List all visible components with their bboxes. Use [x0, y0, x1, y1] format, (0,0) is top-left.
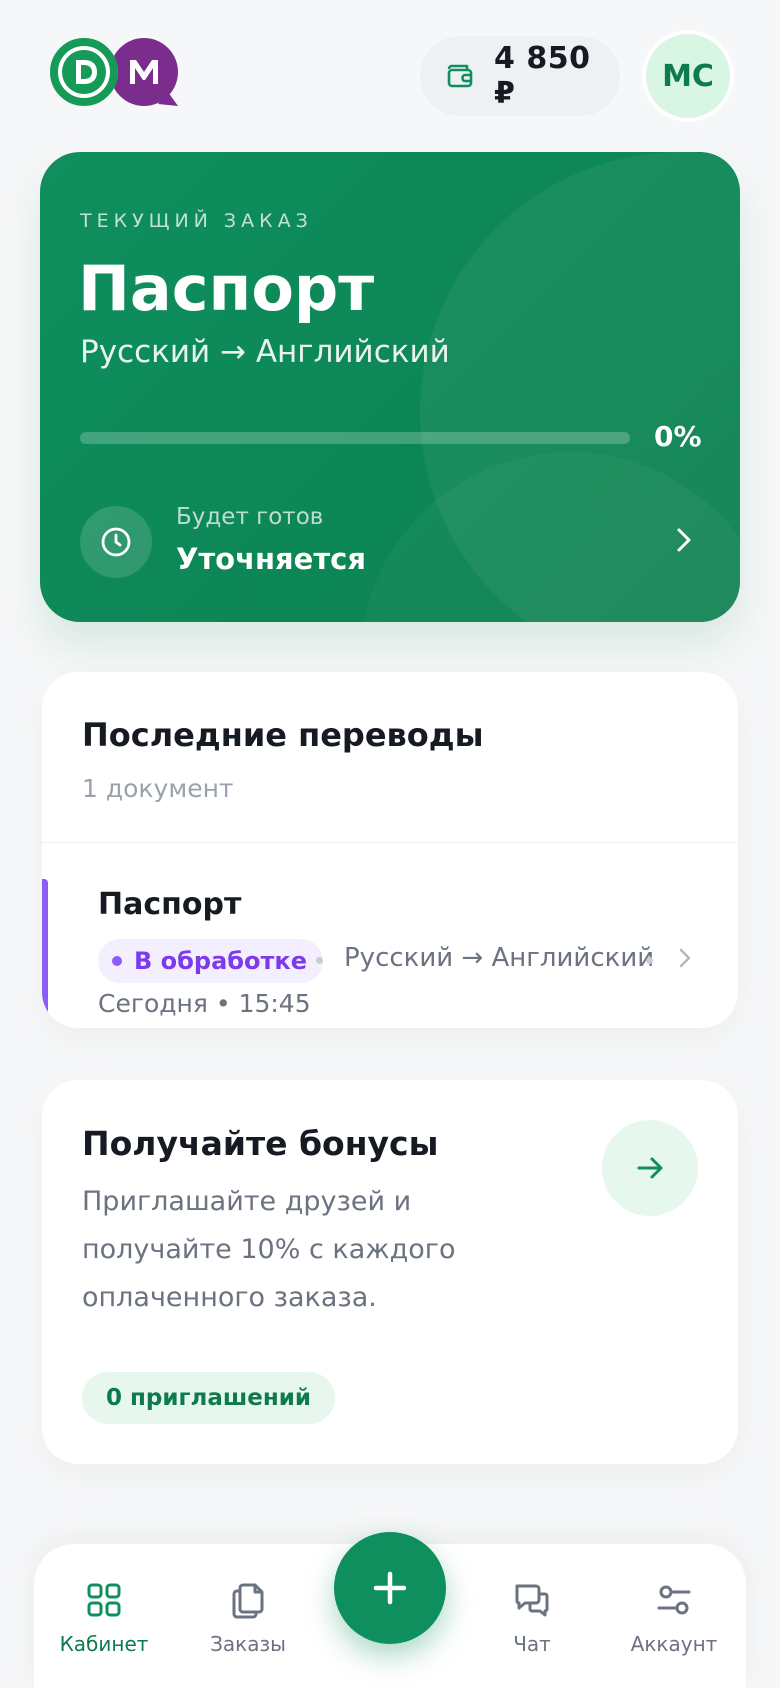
clock-icon: [80, 506, 152, 578]
bonus-card: Получайте бонусы Приглашайте друзей и по…: [42, 1080, 738, 1464]
current-order-title: Паспорт: [78, 252, 375, 325]
plus-icon: [373, 1571, 407, 1605]
nav-label: Кабинет: [59, 1632, 149, 1656]
order-progress-bar: [80, 432, 630, 444]
current-order-label: ТЕКУЩИЙ ЗАКАЗ: [80, 210, 313, 232]
nav-label: Аккаунт: [630, 1632, 718, 1656]
bonus-description: Приглашайте друзей и получайте 10% с каж…: [82, 1186, 456, 1313]
document-languages: Русский → Английский: [344, 943, 655, 973]
document-name: Паспорт: [98, 887, 242, 922]
document-date: Сегодня • 15:45: [98, 989, 311, 1018]
separator-dot: [646, 957, 653, 964]
current-order-card[interactable]: ТЕКУЩИЙ ЗАКАЗ Паспорт Русский → Английск…: [40, 152, 740, 622]
bonus-arrow-button[interactable]: [602, 1120, 698, 1216]
grid-icon: [84, 1580, 124, 1620]
nav-label: Заказы: [210, 1632, 286, 1656]
recent-title: Последние переводы: [82, 716, 484, 754]
status-label: В обработке: [134, 947, 307, 975]
nav-item-chat[interactable]: Чат: [462, 1580, 602, 1670]
invites-count-badge: 0 приглашений: [82, 1372, 336, 1424]
chevron-right-icon: [670, 943, 700, 973]
balance-amount: 4 850 ₽: [494, 41, 591, 111]
documents-icon: [228, 1580, 268, 1620]
status-accent-bar: [42, 879, 48, 1015]
nav-item-account[interactable]: Аккаунт: [604, 1580, 744, 1670]
bonus-title: Получайте бонусы: [82, 1124, 439, 1163]
nav-label: Чат: [513, 1632, 551, 1656]
status-dot: [112, 956, 122, 966]
list-item[interactable]: Паспорт В обработке Русский → Английский…: [42, 843, 738, 1028]
current-order-languages: Русский → Английский: [80, 334, 450, 370]
sliders-icon: [654, 1580, 694, 1620]
nav-item-dashboard[interactable]: Кабинет: [34, 1580, 174, 1670]
recent-subtitle: 1 документ: [82, 774, 234, 803]
header: 4 850 ₽ МС: [0, 0, 780, 150]
status-badge: В обработке: [98, 939, 323, 983]
chevron-right-icon[interactable]: [666, 522, 702, 558]
order-progress-percent: 0%: [654, 420, 702, 453]
arrow-right-icon: [637, 1157, 663, 1179]
chat-icon: [512, 1580, 552, 1620]
nav-item-orders[interactable]: Заказы: [178, 1580, 318, 1670]
wallet-icon: [444, 60, 476, 92]
new-order-button[interactable]: [334, 1532, 446, 1644]
ready-label: Будет готов: [176, 504, 324, 530]
separator-dot: [316, 957, 323, 964]
recent-translations-card: Последние переводы 1 документ Паспорт В …: [42, 672, 738, 1028]
dm-logo[interactable]: [46, 34, 196, 120]
avatar[interactable]: МС: [642, 30, 734, 122]
ready-value: Уточняется: [176, 542, 366, 576]
balance-pill[interactable]: 4 850 ₽: [420, 36, 620, 116]
